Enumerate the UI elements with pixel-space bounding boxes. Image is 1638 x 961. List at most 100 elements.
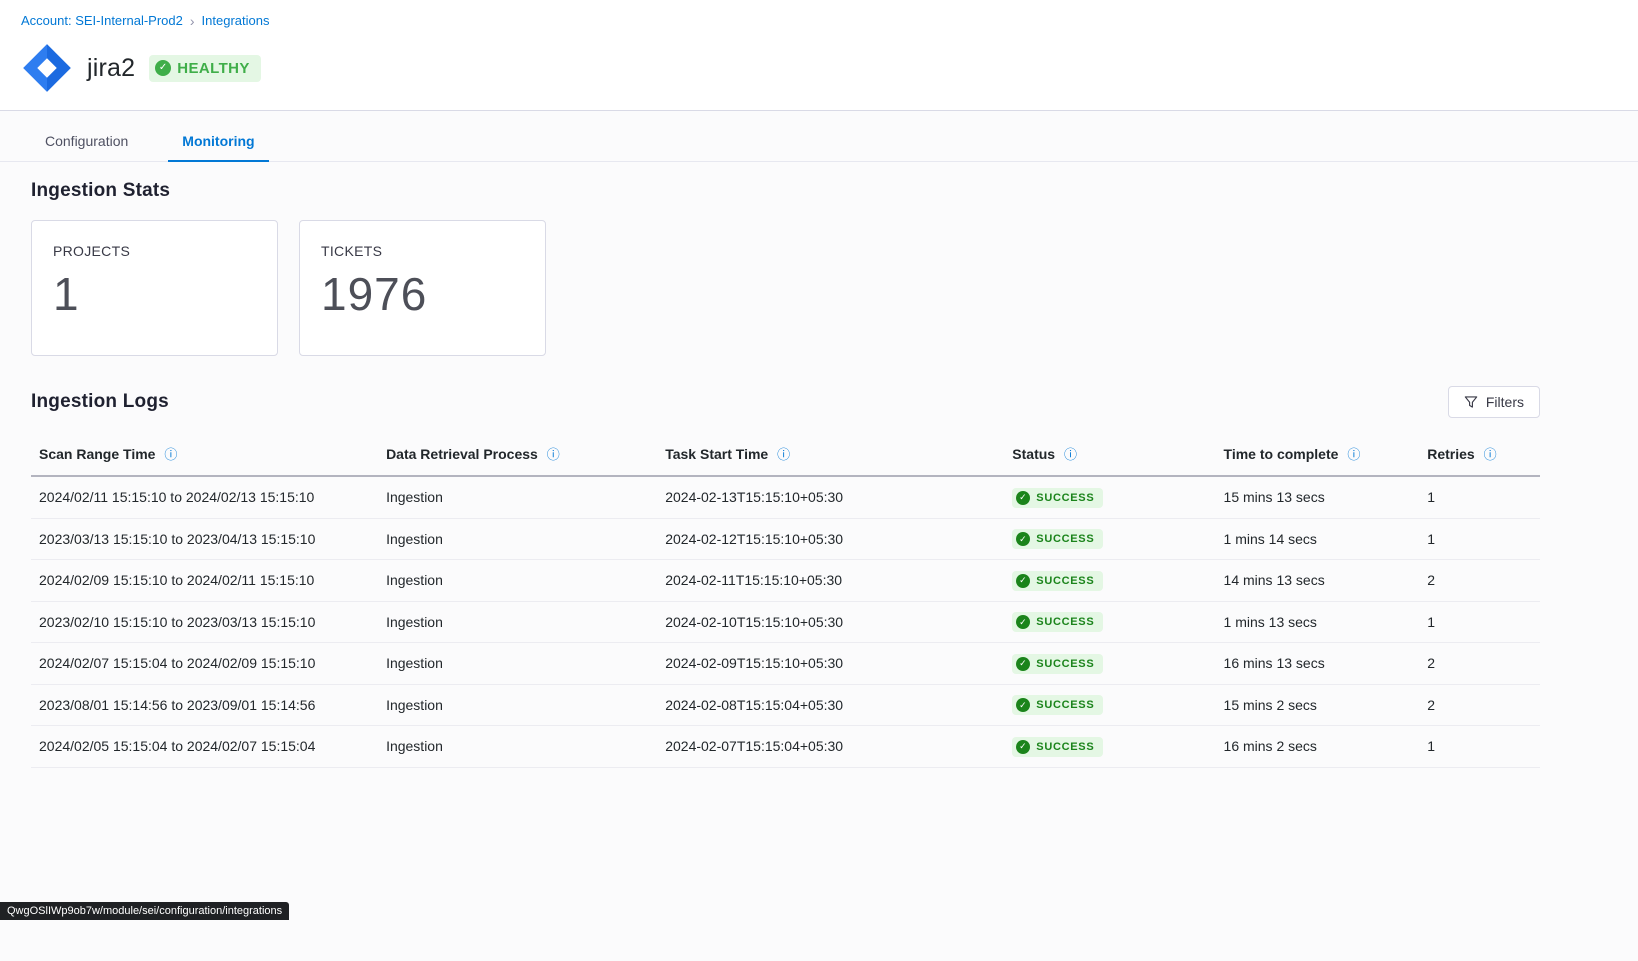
info-icon[interactable]: ⓘ xyxy=(547,448,560,463)
data-retrieval-process-cell: Ingestion xyxy=(378,560,657,602)
main-content: Ingestion Stats PROJECTS 1 TICKETS 1976 … xyxy=(0,162,1638,808)
status-cell: ✓ SUCCESS xyxy=(1004,726,1215,768)
filter-funnel-icon xyxy=(1464,395,1478,409)
success-status-badge: ✓ SUCCESS xyxy=(1012,695,1103,715)
task-start-time-cell: 2024-02-07T15:15:04+05:30 xyxy=(657,726,1004,768)
check-circle-icon: ✓ xyxy=(1016,491,1030,505)
info-icon[interactable]: ⓘ xyxy=(1064,448,1077,463)
data-retrieval-process-cell: Ingestion xyxy=(378,684,657,726)
ingestion-logs-title: Ingestion Logs xyxy=(31,391,169,413)
time-to-complete-cell: 16 mins 13 secs xyxy=(1216,643,1420,685)
health-status-badge: ✓ HEALTHY xyxy=(149,55,261,82)
stats-cards: PROJECTS 1 TICKETS 1976 xyxy=(31,220,1540,356)
scan-range-time-cell: 2024/02/07 15:15:04 to 2024/02/09 15:15:… xyxy=(31,643,378,685)
status-bar-tooltip: QwgOSlIWp9ob7w/module/sei/configuration/… xyxy=(0,902,289,920)
data-retrieval-process-cell: Ingestion xyxy=(378,518,657,560)
status-cell: ✓SUCCESS xyxy=(1004,476,1215,518)
tab-monitoring[interactable]: Monitoring xyxy=(168,125,268,162)
status-label: SUCCESS xyxy=(1036,616,1094,628)
data-retrieval-process-cell: Ingestion xyxy=(378,476,657,518)
info-icon[interactable]: ⓘ xyxy=(1347,448,1360,463)
check-circle-icon: ✓ xyxy=(1016,532,1030,546)
info-icon[interactable]: ⓘ xyxy=(164,448,177,463)
breadcrumb: Account: SEI-Internal-Prod2 › Integratio… xyxy=(21,13,1617,28)
retries-cell: 1 xyxy=(1419,518,1540,560)
status-cell: ✓ SUCCESS xyxy=(1004,518,1215,560)
scan-range-time-cell: 2024/02/05 15:15:04 to 2024/02/07 15:15:… xyxy=(31,726,378,768)
stat-value: 1976 xyxy=(321,269,524,320)
column-label: Retries xyxy=(1427,446,1474,462)
task-start-time-cell: 2024-02-13T15:15:10+05:30 xyxy=(657,476,1004,518)
retries-cell: 2 xyxy=(1419,560,1540,602)
time-to-complete-cell: 15 mins 13 secs xyxy=(1216,476,1420,518)
tickets-stat-card: TICKETS 1976 xyxy=(299,220,546,356)
task-start-time-cell: 2024-02-08T15:15:04+05:30 xyxy=(657,684,1004,726)
status-cell: ✓SUCCESS xyxy=(1004,601,1215,643)
success-status-badge: ✓SUCCESS xyxy=(1012,612,1103,632)
status-label: SUCCESS xyxy=(1036,575,1094,587)
column-status: Status ⓘ xyxy=(1004,434,1215,476)
chevron-right-icon: › xyxy=(190,14,195,28)
table-row[interactable]: 2024/02/09 15:15:10 to 2024/02/11 15:15:… xyxy=(31,560,1540,602)
time-to-complete-cell: 1 mins 14 secs xyxy=(1216,518,1420,560)
stat-label: TICKETS xyxy=(321,243,524,259)
breadcrumb-integrations-link[interactable]: Integrations xyxy=(202,13,270,28)
health-status-label: HEALTHY xyxy=(177,60,250,77)
column-time-to-complete: Time to complete ⓘ xyxy=(1216,434,1420,476)
status-label: SUCCESS xyxy=(1036,658,1094,670)
check-circle-icon: ✓ xyxy=(1016,657,1030,671)
data-retrieval-process-cell: Ingestion xyxy=(378,643,657,685)
retries-cell: 1 xyxy=(1419,476,1540,518)
stat-value: 1 xyxy=(53,269,256,320)
check-circle-icon: ✓ xyxy=(1016,740,1030,754)
check-circle-icon: ✓ xyxy=(1016,698,1030,712)
status-cell: ✓SUCCESS xyxy=(1004,560,1215,602)
status-label: SUCCESS xyxy=(1036,699,1094,711)
tab-bar: Configuration Monitoring xyxy=(0,111,1638,162)
table-row[interactable]: 2023/02/10 15:15:10 to 2023/03/13 15:15:… xyxy=(31,601,1540,643)
ingestion-stats-title: Ingestion Stats xyxy=(31,180,1540,202)
scan-range-time-cell: 2023/03/13 15:15:10 to 2023/04/13 15:15:… xyxy=(31,518,378,560)
column-label: Scan Range Time xyxy=(39,446,155,462)
table-row[interactable]: 2024/02/07 15:15:04 to 2024/02/09 15:15:… xyxy=(31,643,1540,685)
scan-range-time-cell: 2024/02/11 15:15:10 to 2024/02/13 15:15:… xyxy=(31,476,378,518)
time-to-complete-cell: 15 mins 2 secs xyxy=(1216,684,1420,726)
integration-title-row: jira2 ✓ HEALTHY xyxy=(21,42,1617,94)
status-cell: ✓ SUCCESS xyxy=(1004,643,1215,685)
status-cell: ✓ SUCCESS xyxy=(1004,684,1215,726)
success-status-badge: ✓SUCCESS xyxy=(1012,571,1103,591)
data-retrieval-process-cell: Ingestion xyxy=(378,726,657,768)
scan-range-time-cell: 2023/08/01 15:14:56 to 2023/09/01 15:14:… xyxy=(31,684,378,726)
jira-logo-icon xyxy=(21,42,73,94)
column-label: Data Retrieval Process xyxy=(386,446,538,462)
breadcrumb-account-link[interactable]: Account: SEI-Internal-Prod2 xyxy=(21,13,183,28)
info-icon[interactable]: ⓘ xyxy=(1484,448,1497,463)
retries-cell: 2 xyxy=(1419,684,1540,726)
table-row[interactable]: 2024/02/11 15:15:10 to 2024/02/13 15:15:… xyxy=(31,476,1540,518)
column-retries: Retries ⓘ xyxy=(1419,434,1540,476)
success-status-badge: ✓SUCCESS xyxy=(1012,488,1103,508)
column-label: Status xyxy=(1012,446,1055,462)
scan-range-time-cell: 2023/02/10 15:15:10 to 2023/03/13 15:15:… xyxy=(31,601,378,643)
page-header: Account: SEI-Internal-Prod2 › Integratio… xyxy=(0,0,1638,111)
status-label: SUCCESS xyxy=(1036,533,1094,545)
task-start-time-cell: 2024-02-10T15:15:10+05:30 xyxy=(657,601,1004,643)
projects-stat-card: PROJECTS 1 xyxy=(31,220,278,356)
check-circle-icon: ✓ xyxy=(155,60,171,76)
column-label: Time to complete xyxy=(1224,446,1339,462)
table-header-row: Scan Range Time ⓘ Data Retrieval Process… xyxy=(31,434,1540,476)
table-row[interactable]: 2024/02/05 15:15:04 to 2024/02/07 15:15:… xyxy=(31,726,1540,768)
logs-table-body: 2024/02/11 15:15:10 to 2024/02/13 15:15:… xyxy=(31,476,1540,767)
tab-configuration[interactable]: Configuration xyxy=(31,125,142,162)
status-label: SUCCESS xyxy=(1036,741,1094,753)
stat-label: PROJECTS xyxy=(53,243,256,259)
time-to-complete-cell: 1 mins 13 secs xyxy=(1216,601,1420,643)
column-label: Task Start Time xyxy=(665,446,768,462)
task-start-time-cell: 2024-02-09T15:15:10+05:30 xyxy=(657,643,1004,685)
filters-button-label: Filters xyxy=(1486,394,1524,410)
filters-button[interactable]: Filters xyxy=(1448,386,1540,418)
info-icon[interactable]: ⓘ xyxy=(777,448,790,463)
table-row[interactable]: 2023/08/01 15:14:56 to 2023/09/01 15:14:… xyxy=(31,684,1540,726)
table-row[interactable]: 2023/03/13 15:15:10 to 2023/04/13 15:15:… xyxy=(31,518,1540,560)
column-scan-range-time: Scan Range Time ⓘ xyxy=(31,434,378,476)
